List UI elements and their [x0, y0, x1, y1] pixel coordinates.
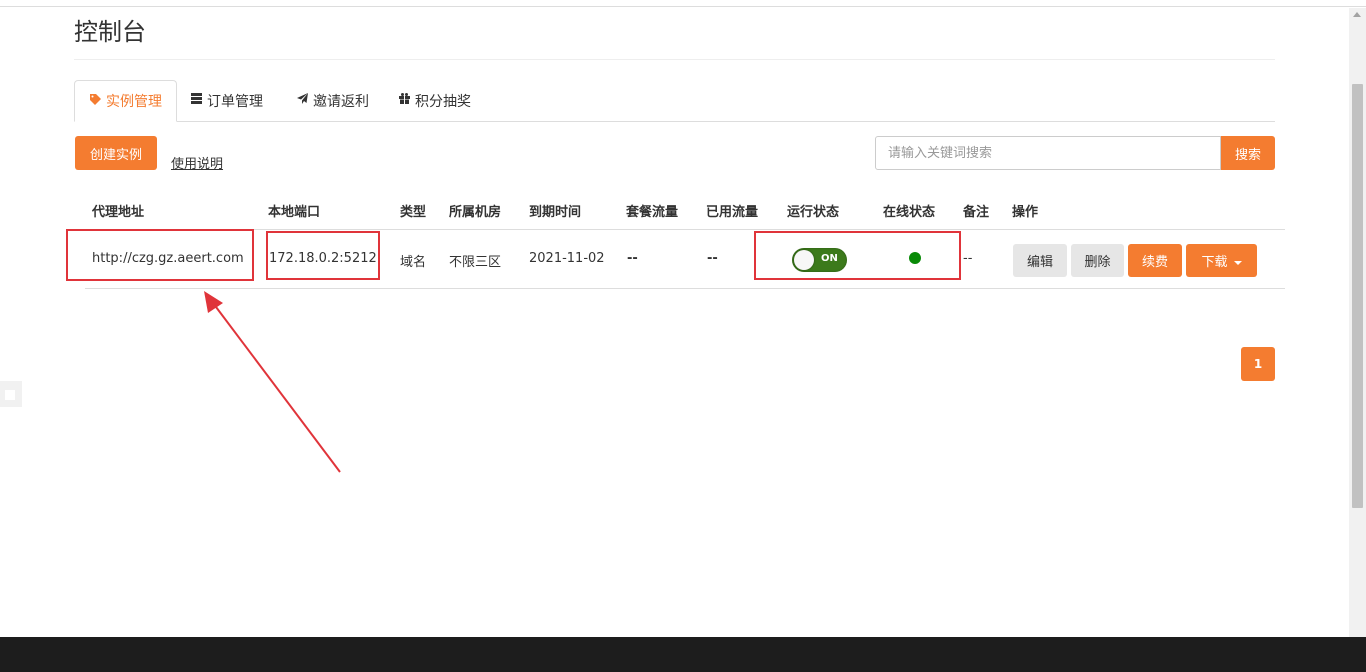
delete-button[interactable]: 删除	[1071, 244, 1124, 277]
column-header-address: 代理地址	[92, 205, 145, 220]
tab-label: 积分抽奖	[415, 93, 471, 110]
scroll-up-arrow-icon[interactable]	[1353, 12, 1361, 17]
type-cell: 域名	[400, 255, 427, 270]
column-header-type: 类型	[400, 205, 427, 220]
tab-label: 订单管理	[207, 93, 263, 110]
tab-instance-management[interactable]: 实例管理	[74, 80, 177, 122]
search-button[interactable]: 搜索	[1221, 136, 1275, 170]
column-header-online-status: 在线状态	[883, 205, 936, 220]
tab-order-management[interactable]: 订单管理	[190, 80, 263, 121]
tab-points-lottery[interactable]: 积分抽奖	[398, 80, 471, 121]
annotation-box-status	[754, 231, 961, 280]
scrollbar-thumb[interactable]	[1352, 84, 1363, 508]
column-header-note: 备注	[963, 205, 990, 220]
paper-plane-icon	[296, 92, 309, 109]
vertical-scrollbar[interactable]	[1349, 8, 1366, 637]
column-header-local-port: 本地端口	[268, 205, 321, 220]
search-input[interactable]	[875, 136, 1221, 170]
square-icon	[5, 390, 15, 400]
note-cell: --	[963, 251, 973, 266]
column-header-run-status: 运行状态	[787, 205, 840, 220]
tab-label: 实例管理	[106, 94, 162, 110]
tab-invite-rebate[interactable]: 邀请返利	[296, 80, 369, 121]
column-header-plan-traffic: 套餐流量	[626, 205, 679, 220]
edit-button[interactable]: 编辑	[1013, 244, 1067, 277]
renew-button[interactable]: 续费	[1128, 244, 1182, 277]
page-footer	[0, 637, 1366, 672]
browser-top-border	[0, 6, 1366, 7]
used-traffic-cell: --	[707, 251, 718, 266]
column-header-room: 所属机房	[449, 205, 502, 220]
column-header-actions: 操作	[1012, 205, 1039, 220]
column-header-used-traffic: 已用流量	[706, 205, 759, 220]
tag-icon	[89, 93, 102, 110]
annotation-box-address	[66, 229, 254, 281]
title-divider	[74, 59, 1275, 60]
page-title: 控制台	[74, 18, 146, 46]
pagination-page-button[interactable]: 1	[1241, 347, 1275, 381]
download-dropdown-button[interactable]: 下载	[1186, 244, 1257, 277]
left-float-widget[interactable]	[0, 381, 22, 407]
plan-traffic-cell: --	[627, 251, 638, 266]
annotation-arrow-icon	[204, 291, 341, 473]
usage-guide-link[interactable]: 使用说明	[171, 153, 223, 172]
room-cell: 不限三区	[449, 255, 502, 270]
server-icon	[190, 92, 203, 109]
column-header-expire: 到期时间	[529, 205, 582, 220]
create-instance-button[interactable]: 创建实例	[75, 136, 157, 170]
tab-bar: 实例管理 订单管理 邀请返利 积分抽奖	[74, 80, 1275, 122]
caret-down-icon	[1233, 260, 1242, 265]
tab-label: 邀请返利	[313, 93, 369, 110]
expire-cell: 2021-11-02	[529, 251, 605, 266]
gift-icon	[398, 92, 411, 109]
table-row-divider	[85, 229, 1285, 230]
download-label: 下载	[1201, 255, 1228, 270]
annotation-box-port	[266, 231, 380, 280]
